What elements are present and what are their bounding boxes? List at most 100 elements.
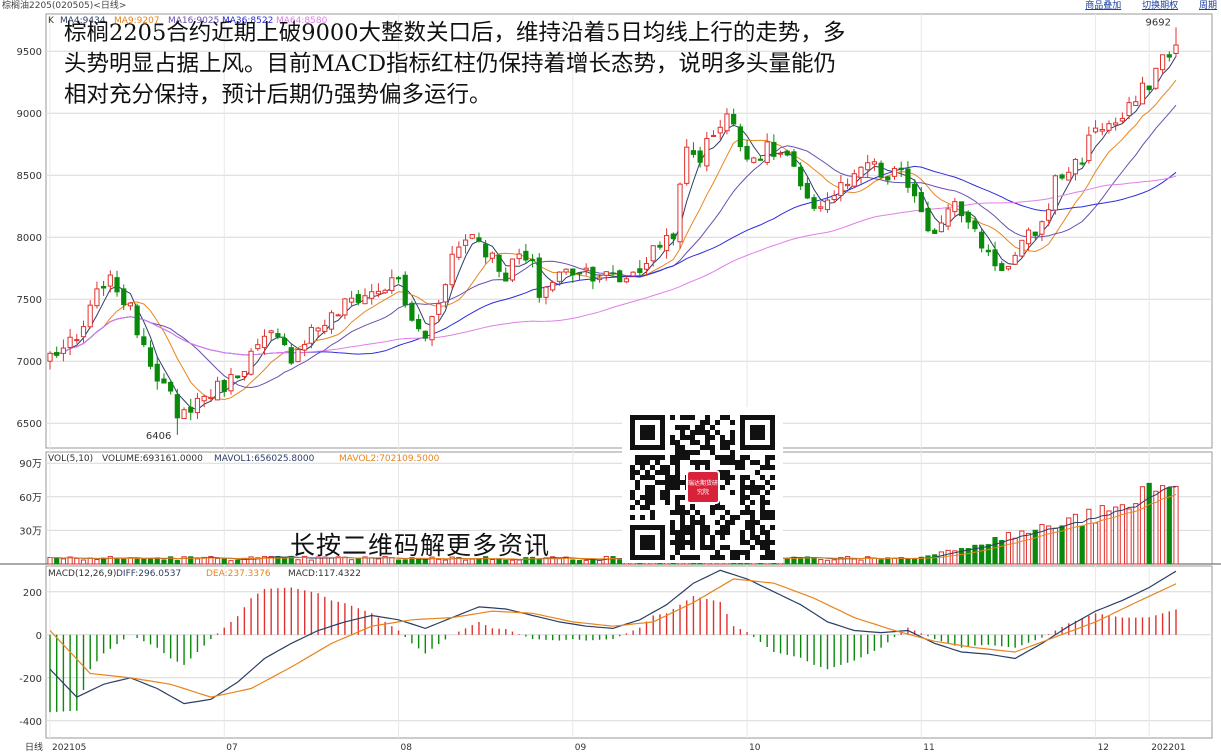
qr-module xyxy=(770,465,775,470)
qr-module xyxy=(765,510,770,515)
qr-module xyxy=(770,555,775,560)
volume-legend-item: VOL(5,10) xyxy=(48,454,93,464)
qr-module xyxy=(670,525,675,530)
x-tick-label: 08 xyxy=(401,743,413,753)
candle xyxy=(912,183,918,197)
qr-module xyxy=(725,415,730,420)
x-tick-label: 202201 xyxy=(1151,743,1185,753)
qr-module xyxy=(630,515,635,520)
candle xyxy=(885,176,891,181)
qr-module xyxy=(680,555,685,560)
qr-module xyxy=(685,435,690,440)
candle xyxy=(878,162,884,178)
qr-module xyxy=(755,460,760,465)
qr-finder-core xyxy=(750,425,765,440)
qr-module xyxy=(765,555,770,560)
qr-module xyxy=(705,525,710,530)
qr-module xyxy=(760,510,765,515)
qr-module xyxy=(720,535,725,540)
candle xyxy=(898,167,904,171)
qr-module xyxy=(685,450,690,455)
qr-module xyxy=(725,440,730,445)
qr-module xyxy=(675,440,680,445)
qr-module xyxy=(740,530,745,535)
qr-module xyxy=(665,500,670,505)
qr-module xyxy=(710,535,715,540)
qr-module xyxy=(700,535,705,540)
volume-bar xyxy=(811,556,817,565)
qr-module xyxy=(715,430,720,435)
qr-module xyxy=(690,415,695,420)
qr-module xyxy=(750,545,755,550)
macd-legend-item: DEA:237.3376 xyxy=(206,569,271,579)
qr-module xyxy=(740,480,745,485)
qr-module xyxy=(645,505,650,510)
candle xyxy=(650,245,656,262)
volume-bar xyxy=(1092,522,1099,565)
qr-module xyxy=(745,525,750,530)
qr-module xyxy=(700,430,705,435)
candle xyxy=(80,326,87,338)
candle xyxy=(456,246,462,258)
qr-module xyxy=(740,550,745,555)
qr-module xyxy=(680,545,685,550)
qr-module xyxy=(750,485,755,490)
candle xyxy=(831,195,837,201)
candle xyxy=(489,252,495,259)
qr-module xyxy=(770,550,775,555)
candle xyxy=(1066,171,1072,181)
qr-module xyxy=(705,430,710,435)
volume-bar xyxy=(992,537,998,565)
qr-module xyxy=(725,455,730,460)
volume-bar xyxy=(610,556,616,565)
candle xyxy=(1039,221,1045,235)
qr-module xyxy=(690,450,695,455)
qr-module xyxy=(760,530,765,535)
candle xyxy=(811,197,817,209)
volume-bar xyxy=(999,540,1005,565)
x-tick-label: 10 xyxy=(749,743,761,753)
qr-module xyxy=(765,515,770,520)
volume-bar xyxy=(1079,525,1085,565)
qr-module xyxy=(765,465,770,470)
qr-module xyxy=(650,455,655,460)
volume-bar xyxy=(54,557,60,565)
candle xyxy=(94,288,100,307)
macd-legend-item: DIFF:296.0537 xyxy=(116,569,181,579)
candle xyxy=(168,381,174,392)
qr-module xyxy=(705,415,710,420)
qr-module xyxy=(740,475,745,480)
volume-bar xyxy=(570,559,576,565)
qr-module xyxy=(680,430,685,435)
candle xyxy=(503,272,509,282)
qr-module xyxy=(765,550,770,555)
qr-module xyxy=(640,505,645,510)
qr-module xyxy=(765,460,770,465)
volume-bar xyxy=(1099,505,1105,565)
qr-module xyxy=(705,530,710,535)
qr-module xyxy=(660,465,665,470)
qr-module xyxy=(770,475,775,480)
qr-module xyxy=(735,550,740,555)
candle xyxy=(570,268,576,276)
qr-module xyxy=(690,525,695,530)
candle xyxy=(261,335,268,349)
candle xyxy=(992,249,998,267)
candle xyxy=(496,254,502,272)
candlestick-chart[interactable]: K MA4:9434 MA9:9207 MA16:9025 MA36:8522 MA64:… xyxy=(0,0,1221,754)
candle xyxy=(47,352,53,362)
qr-module xyxy=(690,540,695,545)
qr-module xyxy=(720,475,725,480)
qr-module xyxy=(695,555,700,560)
qr-module xyxy=(645,460,650,465)
qr-module xyxy=(735,465,740,470)
qr-module xyxy=(720,515,725,520)
qr-module xyxy=(650,515,655,520)
qr-module xyxy=(640,515,645,520)
price-tick-label: 7500 xyxy=(17,295,42,306)
candle xyxy=(1126,102,1132,117)
candle xyxy=(576,272,583,275)
qr-module xyxy=(760,465,765,470)
volume-bar xyxy=(60,558,67,565)
qr-module xyxy=(705,420,710,425)
